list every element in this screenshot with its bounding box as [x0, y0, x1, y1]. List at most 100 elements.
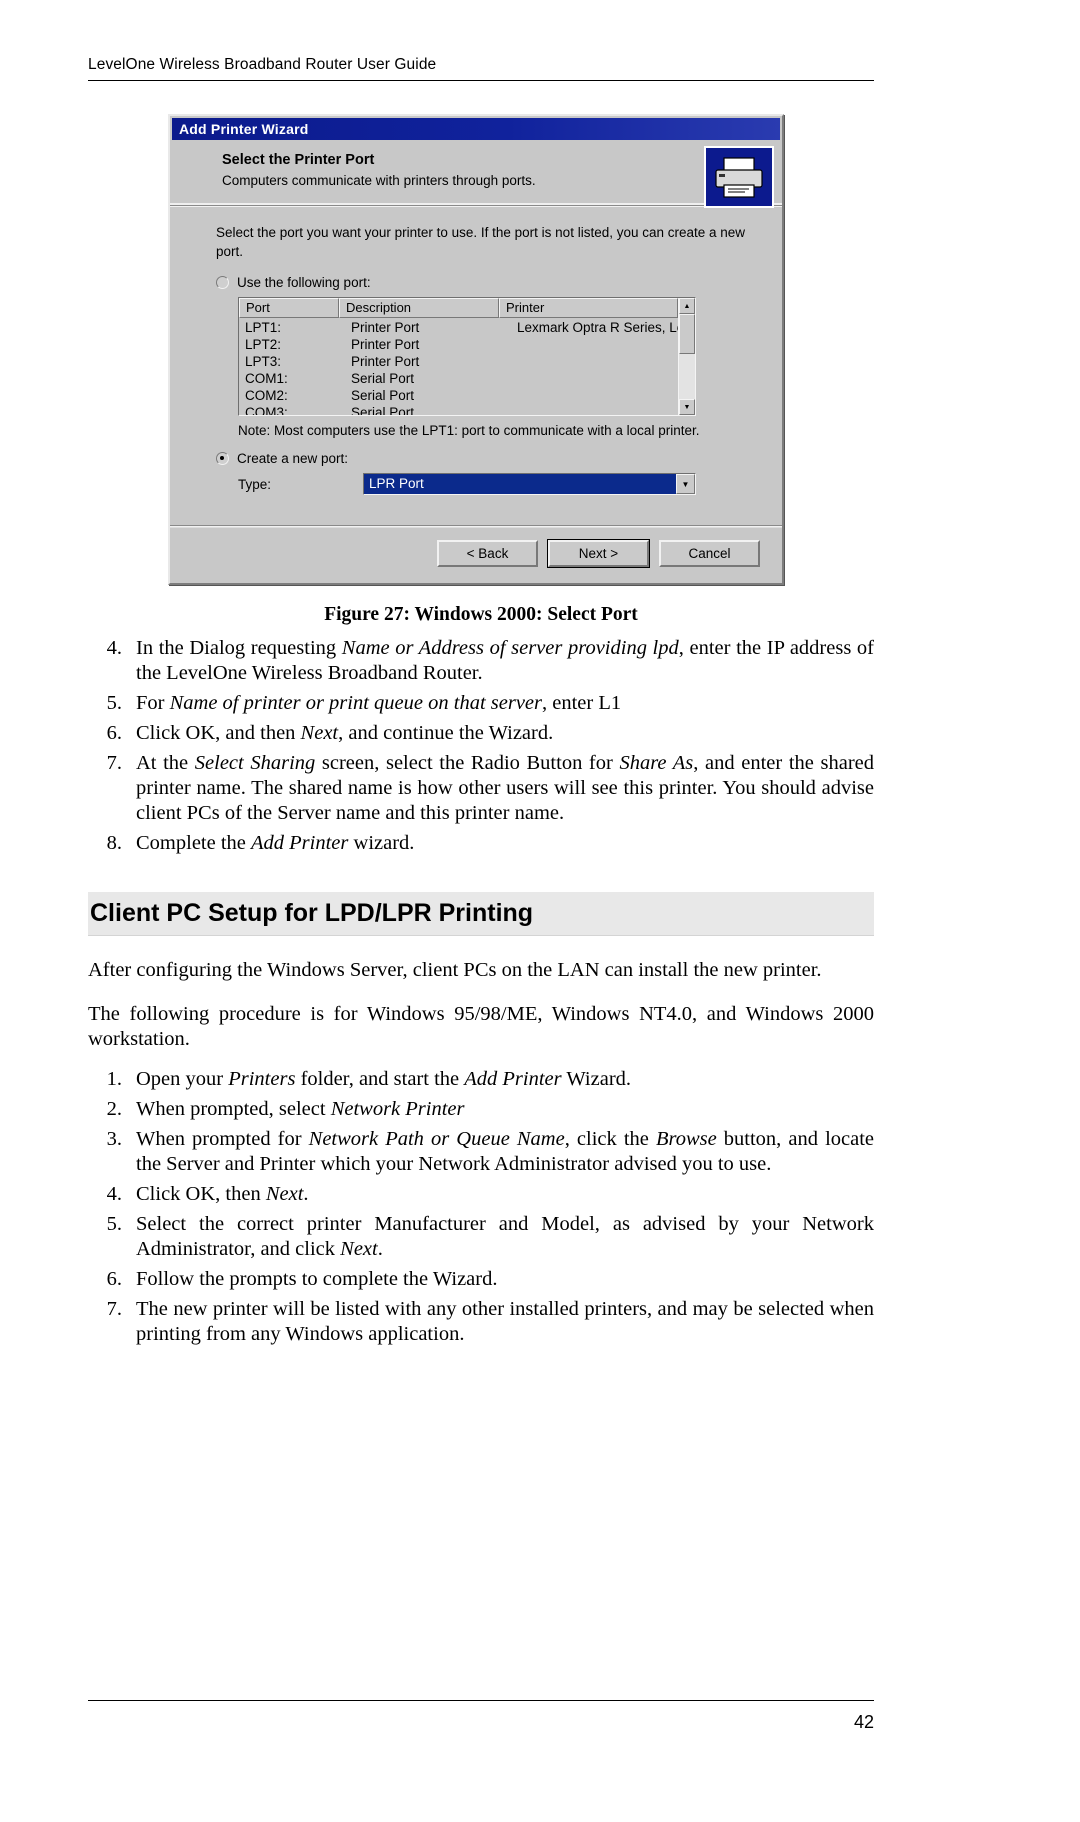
cell-printer — [511, 404, 678, 415]
list-item-text: When prompted, select Network Printer — [136, 1097, 465, 1120]
column-header-description[interactable]: Description — [339, 298, 499, 319]
scrollbar-thumb[interactable] — [679, 314, 695, 355]
list-item-number: 1. — [106, 1067, 122, 1090]
list-item-text: Select the correct printer Manufacturer … — [136, 1212, 874, 1260]
cell-description: Printer Port — [351, 354, 420, 370]
port-list-scrollbar[interactable]: ▲ ▼ — [678, 298, 695, 416]
cell-description: Serial Port — [351, 371, 415, 387]
table-row[interactable]: LPT3: Printer Port — [239, 353, 678, 370]
instruction-text: Select the port you want your printer to… — [216, 225, 746, 260]
list-item: 4. Click OK, then Next. — [88, 1182, 874, 1207]
list-item-text: Open your Printers folder, and start the… — [136, 1067, 632, 1090]
dialog-title-bar: Add Printer Wizard — [172, 118, 780, 140]
list-item-number: 6. — [106, 722, 122, 744]
printer-icon — [704, 146, 774, 208]
table-row[interactable]: COM1: Serial Port — [239, 370, 678, 387]
list-item: 7. The new printer will be listed with a… — [88, 1297, 874, 1347]
port-list-header: Port Description Printer — [239, 298, 678, 319]
page-number: 42 — [853, 1712, 874, 1732]
dialog-title: Add Printer Wizard — [179, 121, 309, 137]
cell-port: LPT2: — [245, 337, 282, 353]
cancel-button[interactable]: Cancel — [659, 540, 760, 568]
list-item-number: 2. — [106, 1097, 122, 1120]
wizard-body: Select the port you want your printer to… — [170, 206, 782, 510]
port-type-row: Type: LPR Port ▼ — [238, 473, 762, 496]
list-item: 3. When prompted for Network Path or Que… — [88, 1127, 874, 1177]
use-following-port-label: Use the following port: — [237, 275, 371, 291]
list-item-text: Click OK, and then Next, and continue th… — [136, 722, 554, 744]
list-item-text: At the Select Sharing screen, select the… — [136, 752, 874, 824]
list-item: 6. Follow the prompts to complete the Wi… — [88, 1267, 874, 1292]
scrollbar-track[interactable] — [679, 314, 695, 400]
wizard-heading: Select the Printer Port — [222, 152, 375, 168]
figure-27: Add Printer Wizard Select the Printer Po… — [168, 114, 788, 586]
table-row[interactable]: LPT2: Printer Port — [239, 336, 678, 353]
wizard-header: Select the Printer Port Computers commun… — [170, 140, 782, 208]
list-item: 2. When prompted, select Network Printer — [88, 1097, 874, 1122]
use-following-port-radio-row[interactable]: Use the following port: — [216, 275, 762, 290]
list-item: 5. For Name of printer or print queue on… — [88, 691, 874, 716]
column-header-printer[interactable]: Printer — [499, 298, 678, 319]
cell-port: LPT1: — [245, 320, 282, 336]
create-new-port-section: Create a new port: Type: LPR Port ▼ — [216, 451, 762, 496]
table-row[interactable]: COM2: Serial Port — [239, 387, 678, 404]
list-item-number: 7. — [106, 752, 122, 774]
port-type-value: LPR Port — [364, 474, 676, 495]
cell-port: COM3: — [245, 405, 288, 416]
cell-port: LPT3: — [245, 354, 282, 370]
port-type-label: Type: — [238, 476, 272, 492]
port-note: Note: Most computers use the LPT1: port … — [238, 423, 700, 439]
header-divider — [88, 80, 874, 81]
list-item-number: 5. — [106, 692, 122, 714]
list-item-number: 3. — [106, 1127, 122, 1150]
port-list-rows: LPT1: Printer Port Lexmark Optra R Serie… — [239, 318, 678, 415]
document-page: LevelOne Wireless Broadband Router User … — [0, 0, 1080, 1822]
create-new-port-label: Create a new port: — [237, 451, 349, 467]
add-printer-wizard-dialog: Add Printer Wizard Select the Printer Po… — [168, 114, 784, 586]
list-item-number: 5. — [106, 1212, 122, 1235]
chevron-down-icon[interactable]: ▼ — [676, 474, 695, 495]
list-item-text: The new printer will be listed with any … — [136, 1297, 874, 1345]
list-item-number: 7. — [106, 1297, 122, 1320]
section-paragraph-2: The following procedure is for Windows 9… — [88, 1002, 874, 1051]
back-button[interactable]: < Back — [437, 540, 538, 568]
figure-caption: Figure 27: Windows 2000: Select Port — [324, 604, 638, 625]
list-item-text: Follow the prompts to complete the Wizar… — [136, 1267, 498, 1290]
page-header: LevelOne Wireless Broadband Router User … — [88, 56, 874, 81]
list-item-number: 4. — [106, 637, 122, 659]
cell-description: Printer Port — [351, 337, 420, 353]
scroll-up-icon[interactable]: ▲ — [679, 298, 695, 315]
cell-printer: Lexmark Optra R Series, Lexm... — [517, 320, 678, 336]
list-item-text: Complete the Add Printer wizard. — [136, 832, 415, 854]
port-type-dropdown[interactable]: LPR Port ▼ — [363, 473, 696, 496]
list-item-number: 6. — [106, 1267, 122, 1290]
cell-port: COM1: — [245, 371, 288, 387]
cell-description: Serial Port — [351, 405, 415, 416]
list-item: 5. Select the correct printer Manufactur… — [88, 1212, 874, 1262]
steps-list-top: 4. In the Dialog requesting Name or Addr… — [88, 636, 874, 856]
footer-divider — [88, 1700, 874, 1701]
cell-description: Serial Port — [351, 388, 415, 404]
column-header-port[interactable]: Port — [239, 298, 339, 319]
create-new-port-radio-row[interactable]: Create a new port: — [216, 451, 762, 466]
list-item-number: 8. — [106, 832, 122, 854]
cell-port: COM2: — [245, 388, 288, 404]
list-item: 1. Open your Printers folder, and start … — [88, 1067, 874, 1092]
list-item: 7. At the Select Sharing screen, select … — [88, 751, 874, 826]
list-item-number: 4. — [106, 1182, 122, 1205]
scroll-down-icon[interactable]: ▼ — [679, 399, 695, 416]
list-item: 8. Complete the Add Printer wizard. — [88, 831, 874, 856]
list-item: 4. In the Dialog requesting Name or Addr… — [88, 636, 874, 686]
next-button[interactable]: Next > — [547, 539, 650, 569]
table-row[interactable]: COM3: Serial Port — [239, 404, 678, 415]
port-list[interactable]: Port Description Printer LPT1: Printer P… — [238, 297, 696, 417]
list-item: 6. Click OK, and then Next, and continue… — [88, 721, 874, 746]
section-heading: Client PC Setup for LPD/LPR Printing — [88, 892, 874, 936]
create-new-port-radio[interactable] — [216, 452, 229, 466]
steps-list-bottom: 1. Open your Printers folder, and start … — [88, 1067, 874, 1347]
list-item-text: For Name of printer or print queue on th… — [136, 692, 622, 714]
list-item-text: When prompted for Network Path or Queue … — [136, 1127, 875, 1175]
port-list-body: Port Description Printer LPT1: Printer P… — [239, 298, 678, 415]
use-following-port-radio[interactable] — [216, 276, 229, 290]
table-row[interactable]: LPT1: Printer Port Lexmark Optra R Serie… — [239, 319, 678, 336]
